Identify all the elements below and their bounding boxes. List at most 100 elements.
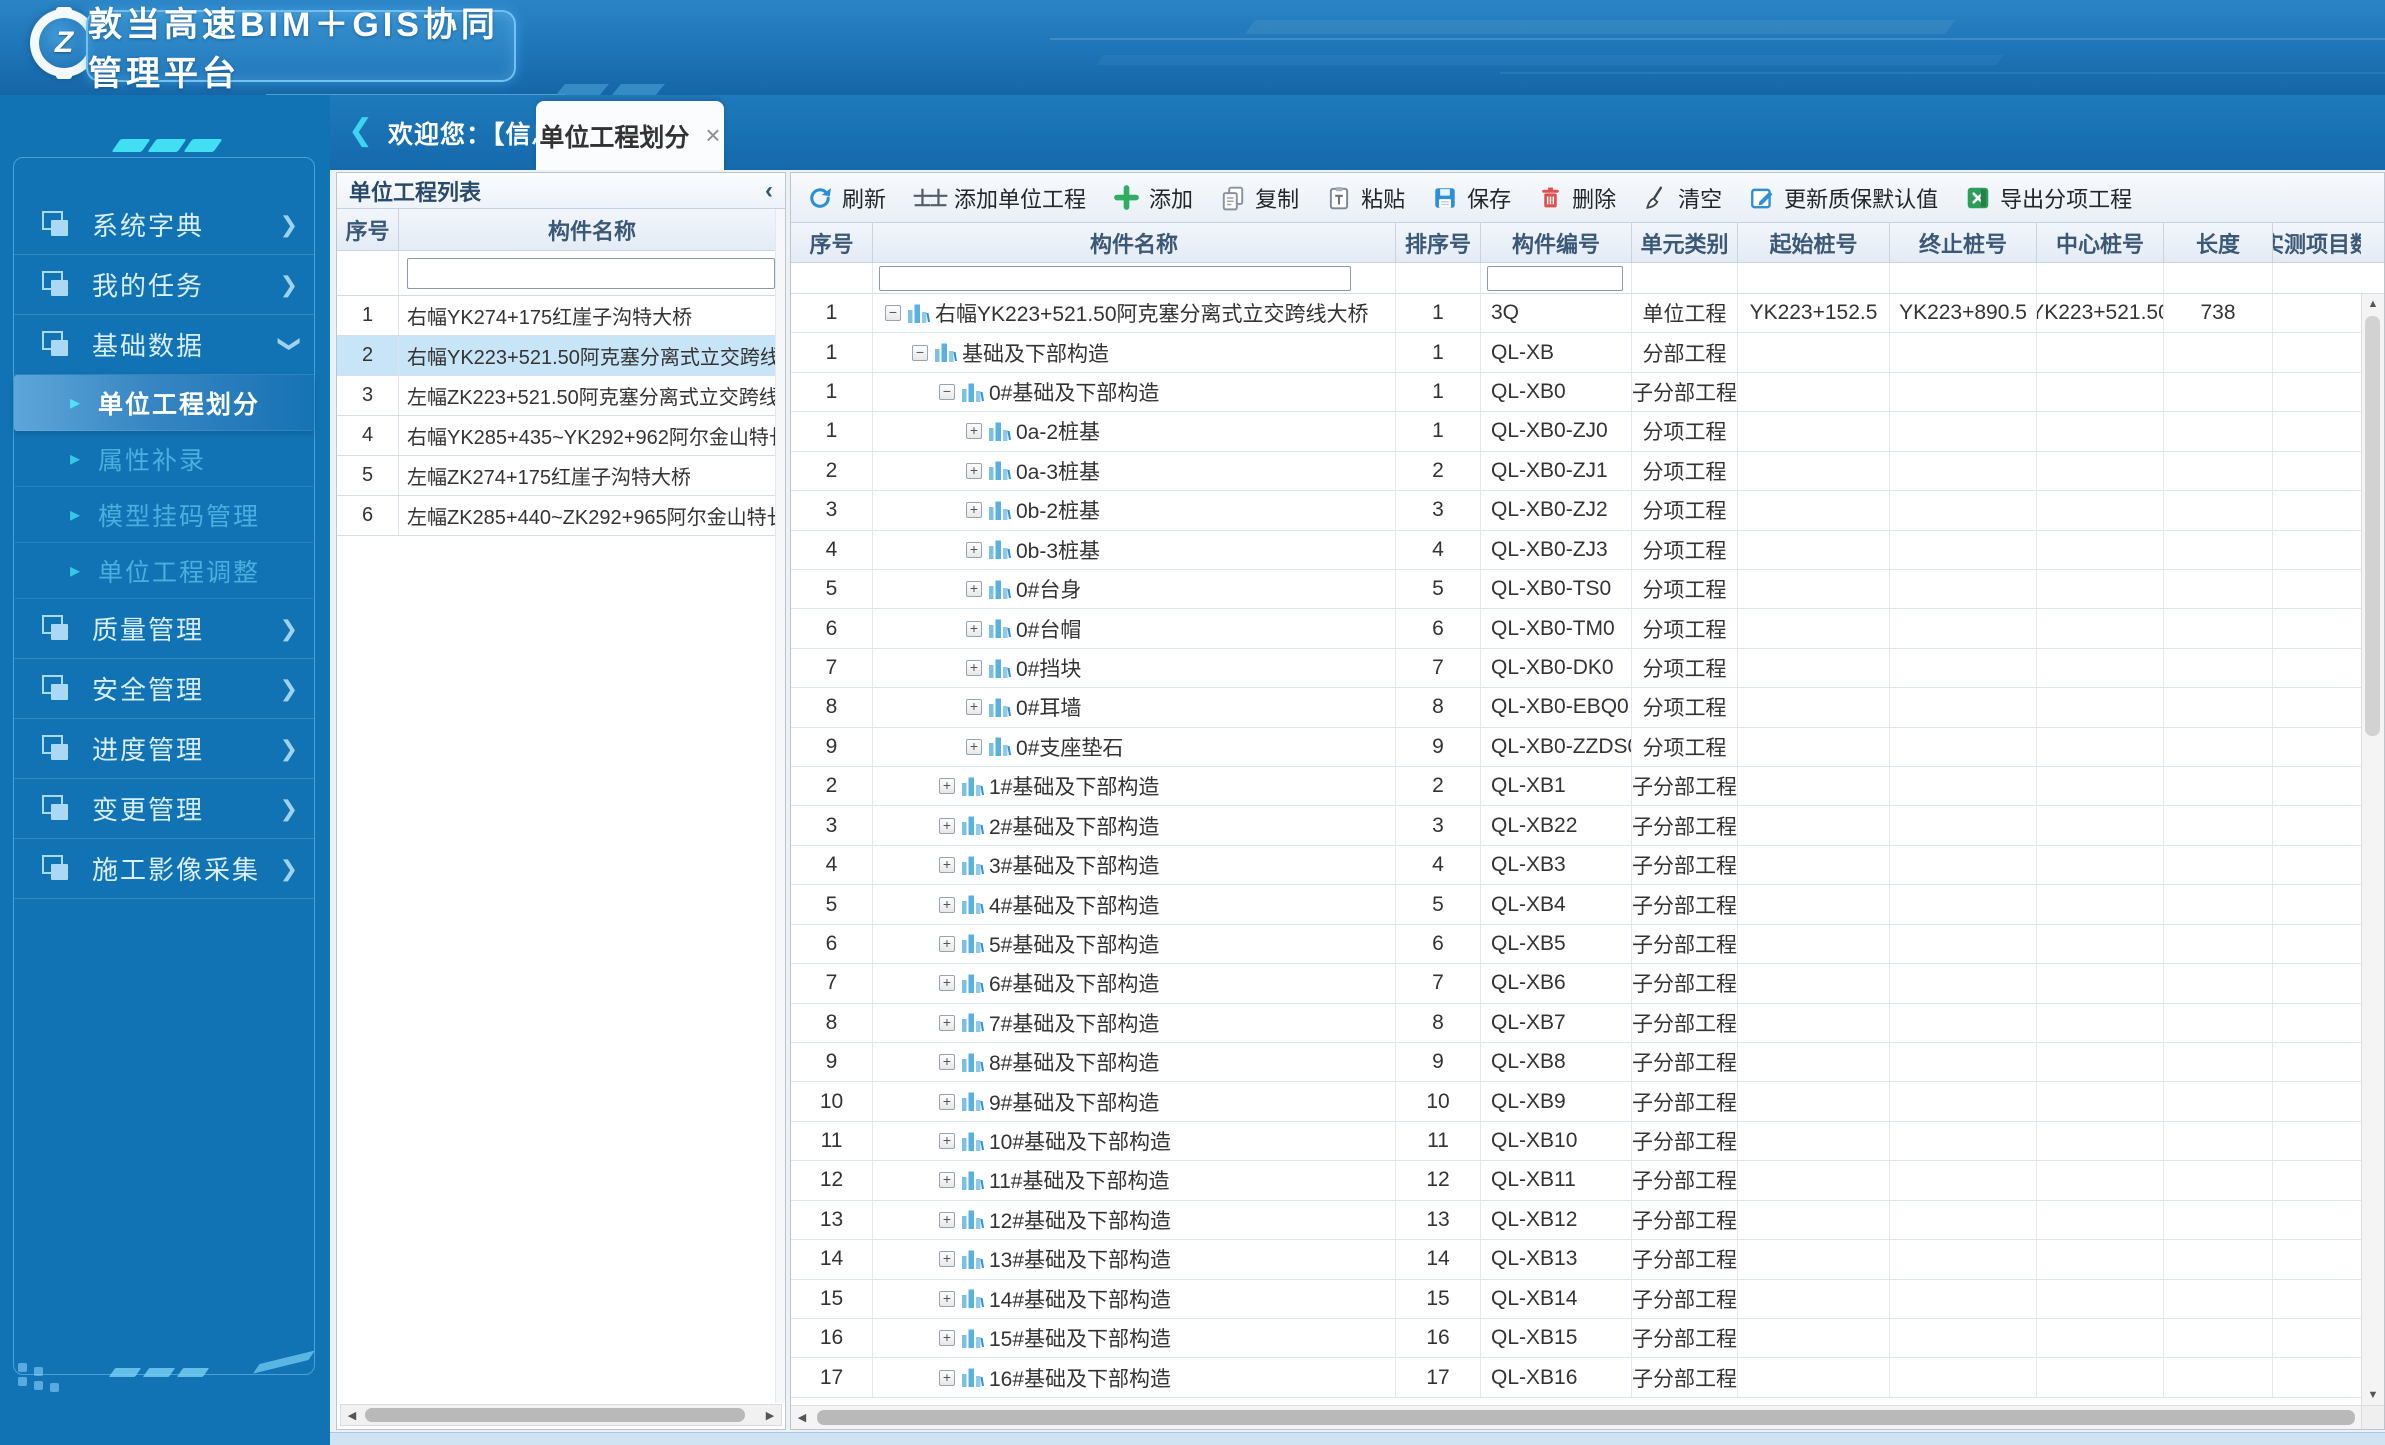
component-tree-row[interactable]: 16+ 15#基础及下部构造16QL-XB15子分部工程 bbox=[791, 1319, 2384, 1358]
scrollbar-thumb[interactable] bbox=[2365, 316, 2380, 736]
expand-toggle-icon[interactable]: + bbox=[939, 1133, 955, 1149]
component-tree-row[interactable]: 5+ 0#台身5QL-XB0-TS0分项工程 bbox=[791, 570, 2384, 609]
component-tree-row[interactable]: 13+ 12#基础及下部构造13QL-XB12子分部工程 bbox=[791, 1201, 2384, 1240]
component-tree-row[interactable]: 12+ 11#基础及下部构造12QL-XB11子分部工程 bbox=[791, 1161, 2384, 1200]
collapse-toggle-icon[interactable]: − bbox=[939, 384, 955, 400]
export-subitem-projects-button[interactable]: 导出分项工程 bbox=[1965, 182, 2132, 214]
unit-list-vertical-scrollbar[interactable] bbox=[775, 209, 785, 1403]
refresh-button[interactable]: 刷新 bbox=[807, 182, 886, 214]
component-tree-row[interactable]: 7+ 0#挡块7QL-XB0-DK0分项工程 bbox=[791, 649, 2384, 688]
unit-list-horizontal-scrollbar[interactable]: ◀ ▶ bbox=[340, 1404, 782, 1426]
unit-list-row[interactable]: 6左幅ZK285+440~ZK292+965阿尔金山特长隧道 bbox=[337, 496, 785, 536]
tab-close-icon[interactable]: × bbox=[705, 120, 720, 151]
main-vertical-scrollbar[interactable]: ▲ ▼ bbox=[2361, 294, 2384, 1405]
expand-toggle-icon[interactable]: + bbox=[939, 1015, 955, 1031]
component-tree-row[interactable]: 7+ 6#基础及下部构造7QL-XB6子分部工程 bbox=[791, 964, 2384, 1003]
component-tree-row[interactable]: 11+ 10#基础及下部构造11QL-XB10子分部工程 bbox=[791, 1122, 2384, 1161]
scrollbar-thumb[interactable] bbox=[365, 1408, 745, 1422]
expand-toggle-icon[interactable]: + bbox=[966, 581, 982, 597]
expand-toggle-icon[interactable]: + bbox=[939, 857, 955, 873]
scrollbar-thumb[interactable] bbox=[817, 1410, 2355, 1425]
component-tree-row[interactable]: 2+ 0a-3桩基2QL-XB0-ZJ1分项工程 bbox=[791, 452, 2384, 491]
clear-button[interactable]: 清空 bbox=[1643, 182, 1722, 214]
scroll-left-icon[interactable]: ◀ bbox=[791, 1411, 813, 1424]
sidebar-subitem-attribute-supplement[interactable]: ▸ 属性补录 bbox=[14, 431, 314, 487]
component-tree-row[interactable]: 15+ 14#基础及下部构造15QL-XB14子分部工程 bbox=[791, 1280, 2384, 1319]
component-tree-row[interactable]: 9+ 8#基础及下部构造9QL-XB8子分部工程 bbox=[791, 1043, 2384, 1082]
expand-toggle-icon[interactable]: + bbox=[966, 660, 982, 676]
sidebar-item-system-dictionary[interactable]: 系统字典 ❯ bbox=[14, 195, 314, 255]
sidebar-item-change-management[interactable]: 变更管理 ❯ bbox=[14, 779, 314, 839]
expand-toggle-icon[interactable]: + bbox=[939, 1054, 955, 1070]
component-tree-row[interactable]: 8+ 7#基础及下部构造8QL-XB7子分部工程 bbox=[791, 1004, 2384, 1043]
copy-button[interactable]: 复制 bbox=[1220, 182, 1299, 214]
component-tree-row[interactable]: 1− 右幅YK223+521.50阿克塞分离式立交跨线大桥13Q单位工程YK22… bbox=[791, 294, 2384, 333]
component-tree-row[interactable]: 6+ 0#台帽6QL-XB0-TM0分项工程 bbox=[791, 609, 2384, 648]
component-tree-row[interactable]: 3+ 0b-2桩基3QL-XB0-ZJ2分项工程 bbox=[791, 491, 2384, 530]
expand-toggle-icon[interactable]: + bbox=[939, 1330, 955, 1346]
sidebar-subitem-unit-project-adjust[interactable]: ▸ 单位工程调整 bbox=[14, 543, 314, 599]
sidebar-item-safety-management[interactable]: 安全管理 ❯ bbox=[14, 659, 314, 719]
component-tree-row[interactable]: 4+ 3#基础及下部构造4QL-XB3子分部工程 bbox=[791, 846, 2384, 885]
unit-list-filter-input[interactable] bbox=[407, 258, 775, 289]
unit-list-row[interactable]: 1右幅YK274+175红崖子沟特大桥 bbox=[337, 296, 785, 336]
expand-toggle-icon[interactable]: + bbox=[966, 739, 982, 755]
collapse-toggle-icon[interactable]: − bbox=[912, 345, 928, 361]
sidebar-item-base-data[interactable]: 基础数据 ❯ bbox=[14, 315, 314, 375]
expand-toggle-icon[interactable]: + bbox=[939, 1291, 955, 1307]
scroll-right-icon[interactable]: ▶ bbox=[759, 1409, 781, 1422]
tab-unit-project-division[interactable]: 单位工程划分 × bbox=[536, 101, 724, 170]
expand-toggle-icon[interactable]: + bbox=[939, 818, 955, 834]
main-horizontal-scrollbar[interactable]: ◀ bbox=[791, 1405, 2361, 1429]
expand-toggle-icon[interactable]: + bbox=[966, 699, 982, 715]
scroll-left-icon[interactable]: ◀ bbox=[341, 1409, 363, 1422]
tab-scroll-left-icon[interactable]: ❮ bbox=[348, 113, 373, 148]
scroll-down-icon[interactable]: ▼ bbox=[2362, 1385, 2384, 1401]
scroll-up-icon[interactable]: ▲ bbox=[2362, 294, 2384, 310]
panel-collapse-icon[interactable]: ‹ bbox=[765, 177, 773, 205]
component-tree-row[interactable]: 8+ 0#耳墙8QL-XB0-EBQ0分项工程 bbox=[791, 688, 2384, 727]
sidebar-subitem-model-code-management[interactable]: ▸ 模型挂码管理 bbox=[14, 487, 314, 543]
component-tree-row[interactable]: 6+ 5#基础及下部构造6QL-XB5子分部工程 bbox=[791, 925, 2384, 964]
component-tree-row[interactable]: 9+ 0#支座垫石9QL-XB0-ZZDS0分项工程 bbox=[791, 728, 2384, 767]
expand-toggle-icon[interactable]: + bbox=[939, 897, 955, 913]
component-name-filter-input[interactable] bbox=[879, 266, 1351, 291]
expand-toggle-icon[interactable]: + bbox=[966, 423, 982, 439]
expand-toggle-icon[interactable]: + bbox=[939, 975, 955, 991]
component-tree-row[interactable]: 2+ 1#基础及下部构造2QL-XB1子分部工程 bbox=[791, 767, 2384, 806]
expand-toggle-icon[interactable]: + bbox=[939, 778, 955, 794]
unit-list-row[interactable]: 5左幅ZK274+175红崖子沟特大桥 bbox=[337, 456, 785, 496]
component-tree-row[interactable]: 4+ 0b-3桩基4QL-XB0-ZJ3分项工程 bbox=[791, 531, 2384, 570]
expand-toggle-icon[interactable]: + bbox=[966, 502, 982, 518]
sidebar-item-quality-management[interactable]: 质量管理 ❯ bbox=[14, 599, 314, 659]
unit-list-row[interactable]: 3左幅ZK223+521.50阿克塞分离式立交跨线大桥 bbox=[337, 376, 785, 416]
add-button[interactable]: 添加 bbox=[1113, 182, 1193, 214]
component-tree-row[interactable]: 1− 0#基础及下部构造1QL-XB0子分部工程 bbox=[791, 373, 2384, 412]
expand-toggle-icon[interactable]: + bbox=[939, 1094, 955, 1110]
expand-toggle-icon[interactable]: + bbox=[939, 1251, 955, 1267]
sidebar-subitem-unit-project-division[interactable]: ▸ 单位工程划分 bbox=[14, 375, 314, 431]
expand-toggle-icon[interactable]: + bbox=[966, 621, 982, 637]
sidebar-item-progress-management[interactable]: 进度管理 ❯ bbox=[14, 719, 314, 779]
component-tree-row[interactable]: 5+ 4#基础及下部构造5QL-XB4子分部工程 bbox=[791, 885, 2384, 924]
component-tree-row[interactable]: 1+ 0a-2桩基1QL-XB0-ZJ0分项工程 bbox=[791, 412, 2384, 451]
component-tree-row[interactable]: 10+ 9#基础及下部构造10QL-XB9子分部工程 bbox=[791, 1082, 2384, 1121]
delete-button[interactable]: 删除 bbox=[1538, 182, 1616, 214]
save-button[interactable]: 保存 bbox=[1432, 182, 1511, 214]
add-unit-project-button[interactable]: 士士 添加单位工程 bbox=[913, 182, 1086, 214]
component-tree-row[interactable]: 17+ 16#基础及下部构造17QL-XB16子分部工程 bbox=[791, 1358, 2384, 1397]
update-warranty-defaults-button[interactable]: 更新质保默认值 bbox=[1749, 182, 1938, 214]
expand-toggle-icon[interactable]: + bbox=[939, 936, 955, 952]
unit-list-row[interactable]: 4右幅YK285+435~YK292+962阿尔金山特长隧道 bbox=[337, 416, 785, 456]
expand-toggle-icon[interactable]: + bbox=[939, 1172, 955, 1188]
sidebar-item-construction-imaging[interactable]: 施工影像采集 ❯ bbox=[14, 839, 314, 899]
expand-toggle-icon[interactable]: + bbox=[966, 463, 982, 479]
component-tree-row[interactable]: 3+ 2#基础及下部构造3QL-XB22子分部工程 bbox=[791, 806, 2384, 845]
sidebar-item-my-tasks[interactable]: 我的任务 ❯ bbox=[14, 255, 314, 315]
component-tree-row[interactable]: 14+ 13#基础及下部构造14QL-XB13子分部工程 bbox=[791, 1240, 2384, 1279]
unit-list-row[interactable]: 2右幅YK223+521.50阿克塞分离式立交跨线大桥 bbox=[337, 336, 785, 376]
paste-button[interactable]: 粘贴 bbox=[1326, 182, 1405, 214]
expand-toggle-icon[interactable]: + bbox=[939, 1370, 955, 1386]
component-tree-row[interactable]: 1− 基础及下部构造1QL-XB分部工程 bbox=[791, 333, 2384, 372]
collapse-toggle-icon[interactable]: − bbox=[885, 305, 901, 321]
